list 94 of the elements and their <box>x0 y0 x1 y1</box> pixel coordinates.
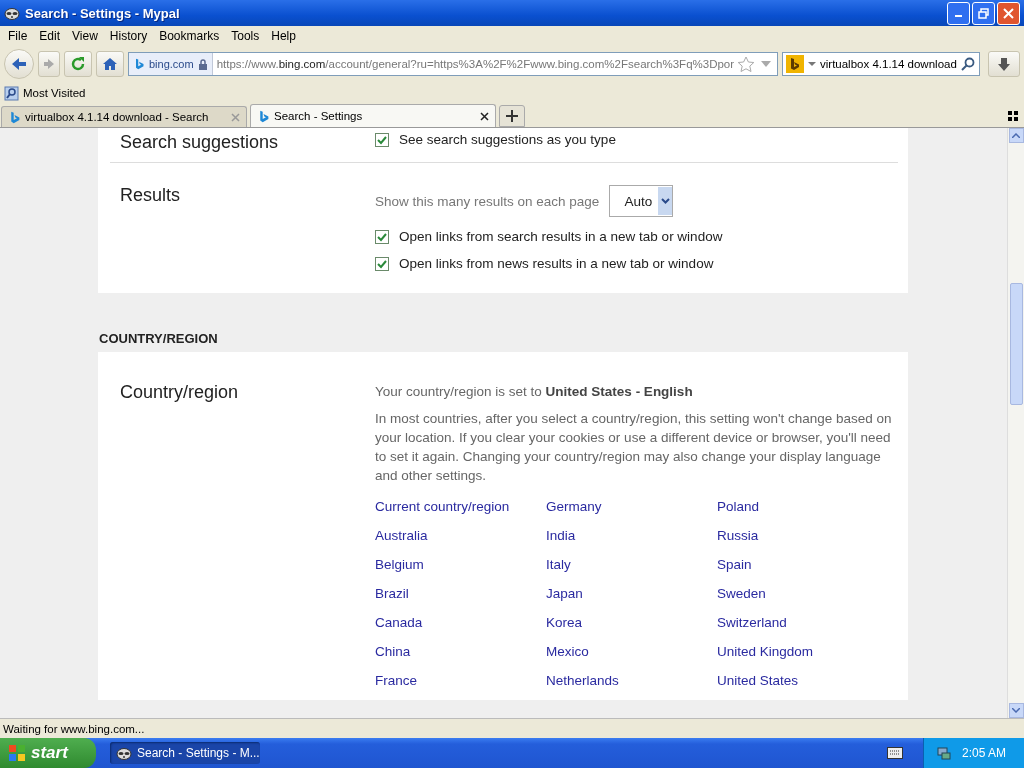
browser-tab[interactable]: virtualbox 4.1.14 download - Search <box>1 106 247 127</box>
status-text: Waiting for www.bing.com... <box>3 722 145 735</box>
menu-item[interactable]: Help <box>265 29 302 43</box>
checkbox[interactable] <box>375 256 389 271</box>
region-link[interactable]: Germany <box>546 497 717 516</box>
reload-button[interactable] <box>64 51 92 77</box>
download-button[interactable] <box>988 51 1020 77</box>
app-logo-icon <box>4 6 20 20</box>
region-link[interactable]: China <box>375 642 546 661</box>
section-title: Results <box>119 185 182 207</box>
count-dropdown[interactable]: Auto <box>609 185 674 217</box>
search-value: virtualbox 4.1.14 download <box>820 58 957 70</box>
region-link[interactable]: Switzerland <box>717 613 888 632</box>
download-arrow-icon <box>997 56 1011 72</box>
close-icon[interactable] <box>480 111 489 121</box>
region-link[interactable]: Belgium <box>375 555 546 574</box>
new-tab-button[interactable] <box>499 105 525 127</box>
back-button[interactable] <box>4 49 34 79</box>
minimize-button[interactable] <box>947 1 970 25</box>
region-link[interactable]: Russia <box>717 526 888 545</box>
keyboard-icon[interactable] <box>886 747 903 759</box>
home-icon <box>102 57 118 71</box>
region-link[interactable]: Japan <box>546 584 717 603</box>
region-link[interactable]: Netherlands <box>546 671 717 690</box>
chevron-down-icon <box>1012 708 1020 713</box>
b-logo-icon <box>133 58 145 70</box>
current-region-text: Your country/region is set to United States - English <box>375 383 694 401</box>
scrollbar-thumb[interactable] <box>1009 283 1023 405</box>
section-title: Country/region <box>119 382 240 404</box>
start-button[interactable]: start <box>0 738 96 768</box>
grid-icon[interactable] <box>1008 110 1018 121</box>
back-arrow-icon <box>10 56 28 72</box>
windows-flag-icon <box>8 744 26 762</box>
network-icon[interactable] <box>935 745 952 761</box>
checkbox-label: Open links from news results in a new tab or window <box>399 256 714 271</box>
search-icon[interactable] <box>961 57 975 71</box>
star-icon[interactable] <box>737 55 755 73</box>
region-link[interactable]: Spain <box>717 555 888 574</box>
menu-item[interactable]: History <box>103 29 154 43</box>
region-link[interactable]: India <box>546 526 717 545</box>
taskbar-window-button[interactable]: Search - Settings - M... <box>110 742 260 764</box>
menu-item[interactable]: Bookmarks <box>153 29 226 43</box>
region-link[interactable]: Canada <box>375 613 546 632</box>
search-field[interactable]: virtualbox 4.1.14 download <box>782 52 980 76</box>
region-link[interactable]: United States <box>717 671 888 690</box>
region-link[interactable]: Korea <box>546 613 717 632</box>
b-logo-icon <box>8 110 21 124</box>
lock-icon <box>197 58 208 70</box>
b-logo-icon <box>789 57 801 71</box>
plus-icon <box>506 110 518 122</box>
section-heading: COUNTRY/REGION <box>98 330 219 348</box>
section-title: Search suggestions <box>119 131 280 154</box>
url-text: https://www.bing.com/account/general?ru=https%3A%2F%2Fwww.bing.com%2Fsearch%3Fq%3Dpor <box>215 58 736 70</box>
region-link[interactable]: Australia <box>375 526 546 545</box>
region-link[interactable]: Sweden <box>717 584 888 603</box>
checkbox-label: See search suggestions as you type <box>399 132 616 147</box>
app-logo-icon <box>116 746 132 760</box>
region-link[interactable]: France <box>375 671 546 690</box>
scroll-up-button[interactable] <box>1008 128 1024 143</box>
home-button[interactable] <box>96 51 124 77</box>
menu-item[interactable]: View <box>66 29 104 43</box>
region-link[interactable]: Italy <box>546 555 717 574</box>
dropdown-icon[interactable] <box>808 61 816 67</box>
close-button[interactable] <box>997 1 1020 25</box>
folder-search-icon <box>4 85 19 101</box>
field-label: Show this many results on each page <box>375 193 600 209</box>
minimize-icon <box>955 15 962 17</box>
reload-icon <box>70 56 86 72</box>
checkbox[interactable] <box>375 132 389 147</box>
close-icon <box>1003 7 1014 19</box>
browser-tab[interactable]: Search - Settings <box>250 104 496 127</box>
region-link[interactable]: United Kingdom <box>717 642 888 661</box>
menu-item[interactable]: File <box>2 29 34 43</box>
checkbox[interactable] <box>375 229 389 244</box>
window-title: Search - Settings - Mypal <box>25 5 181 21</box>
chevron-up-icon <box>1012 133 1020 138</box>
restore-icon <box>978 7 989 19</box>
forward-arrow-icon <box>43 58 55 70</box>
b-logo-icon <box>257 109 270 123</box>
region-note: In most countries, after you select a country/region, this setting won't change based on your location. If you clear your cookies or use a different device or browser, you'll need to set it again. Changing your country/region may also change your display language and other settings. <box>375 410 893 485</box>
address-field[interactable]: bing.com https://www.bing.com/account/general?ru=https%3A%2F%2Fwww.bing.com%2Fsearch%3Fq%3Dpor <box>128 52 778 76</box>
menu-item[interactable]: Tools <box>225 29 266 43</box>
scroll-down-button[interactable] <box>1008 703 1024 718</box>
clock: 2:05 AM <box>961 746 1006 760</box>
bookmark-item[interactable]: Most Visited <box>23 87 86 99</box>
restore-button[interactable] <box>972 1 995 25</box>
site-label: bing.com <box>149 58 194 70</box>
chevron-down-icon <box>660 198 670 204</box>
menu-item[interactable]: Edit <box>33 29 67 43</box>
region-link[interactable]: Brazil <box>375 584 546 603</box>
checkbox-label: Open links from search results in a new tab or window <box>399 229 723 244</box>
region-link[interactable]: Mexico <box>546 642 717 661</box>
region-link[interactable]: Poland <box>717 497 888 516</box>
region-link[interactable]: Current country/region <box>375 497 546 516</box>
